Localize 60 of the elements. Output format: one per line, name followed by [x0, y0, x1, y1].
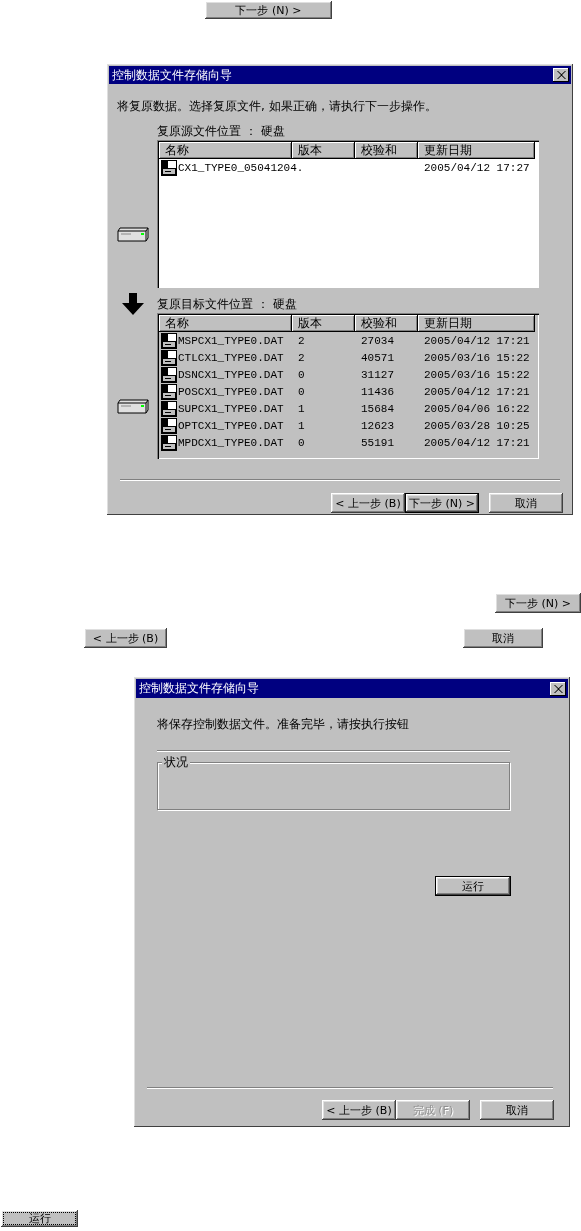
- close-button[interactable]: [550, 681, 566, 696]
- down-arrow-icon: [122, 293, 144, 315]
- file-icon: [161, 349, 177, 366]
- date-cell: 2005/03/16 15:22: [424, 368, 530, 381]
- date-cell: 2005/04/12 17:27: [424, 161, 530, 174]
- checksum-cell: 12623: [361, 419, 394, 432]
- back-button[interactable]: < 上一步 (B): [322, 1100, 396, 1120]
- window-title: 控制数据文件存储向导: [112, 66, 232, 84]
- file-icon: [161, 366, 177, 383]
- file-icon: [161, 400, 177, 417]
- next-button[interactable]: 下一步 (N) >: [405, 493, 479, 513]
- group-label: 状况: [162, 755, 190, 769]
- next-button[interactable]: 下一步 (N) >: [495, 593, 581, 613]
- checksum-cell: 27034: [361, 334, 394, 347]
- instruction-text: 将复原数据。选择复原文件, 如果正确，请执行下一步操作。: [117, 98, 438, 115]
- close-icon: [556, 71, 566, 79]
- cancel-button[interactable]: 取消: [463, 628, 543, 648]
- checksum-cell: 11436: [361, 385, 394, 398]
- date-cell: 2005/04/12 17:21: [424, 334, 530, 347]
- file-icon: [161, 434, 177, 451]
- close-button[interactable]: [553, 68, 569, 82]
- back-button[interactable]: < 上一步 (B): [84, 628, 167, 648]
- location-label: 复原源文件位置 ： 硬盘: [157, 123, 285, 140]
- date-cell: 2005/03/28 10:25: [424, 419, 530, 432]
- file-icon: [161, 417, 177, 434]
- file-icon: [161, 383, 177, 400]
- column-header[interactable]: 更新日期: [418, 142, 535, 159]
- next-button[interactable]: 下一步 (N) >: [205, 1, 332, 19]
- version-cell: 1: [298, 419, 305, 432]
- run-button[interactable]: 运行: [435, 876, 511, 896]
- run-button[interactable]: 运行: [1, 1210, 78, 1227]
- instruction-text: 将保存控制数据文件。准备完毕，请按执行按钮: [157, 716, 410, 733]
- checksum-cell: 31127: [361, 368, 394, 381]
- file-icon: [161, 159, 177, 176]
- date-cell: 2005/04/06 16:22: [424, 402, 530, 415]
- date-cell: 2005/03/16 15:22: [424, 351, 530, 364]
- version-cell: 2: [298, 351, 305, 364]
- file-icon: [161, 332, 177, 349]
- cancel-button[interactable]: 取消: [489, 493, 563, 513]
- date-cell: 2005/04/12 17:21: [424, 385, 530, 398]
- close-icon: [553, 684, 563, 693]
- column-header[interactable]: 校验和: [355, 142, 418, 159]
- version-cell: 0: [298, 385, 305, 398]
- column-header[interactable]: 版本: [292, 142, 355, 159]
- version-cell: 0: [298, 436, 305, 449]
- back-button[interactable]: < 上一步 (B): [331, 493, 405, 513]
- window-title: 控制数据文件存储向导: [139, 680, 259, 697]
- checksum-cell: 55191: [361, 436, 394, 449]
- drive-icon: [117, 398, 149, 414]
- date-cell: 2005/04/12 17:21: [424, 436, 530, 449]
- version-cell: 1: [298, 402, 305, 415]
- version-cell: 0: [298, 368, 305, 381]
- cancel-button[interactable]: 取消: [480, 1100, 554, 1120]
- file-name[interactable]: CX1_TYPE0_05041204.: [178, 161, 304, 174]
- column-header[interactable]: 名称: [159, 142, 292, 159]
- version-cell: 2: [298, 334, 305, 347]
- drive-icon: [117, 226, 149, 242]
- checksum-cell: 15684: [361, 402, 394, 415]
- checksum-cell: 40571: [361, 351, 394, 364]
- location-label: 复原目标文件位置 ： 硬盘: [157, 296, 297, 313]
